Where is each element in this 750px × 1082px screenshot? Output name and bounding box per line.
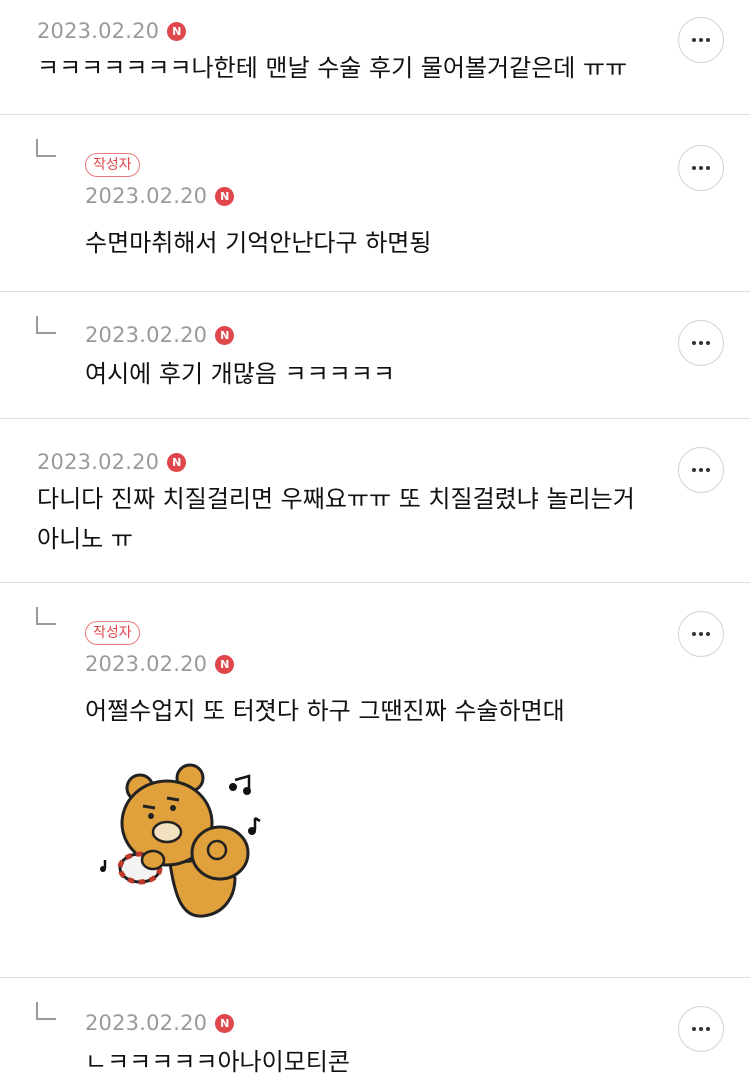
comment-date: 2023.02.20 [37,450,160,474]
comment-text: 어쩔수업지 또 터졋다 하구 그땐진짜 수술하면대 [85,697,565,725]
comment-item: 2023.02.20 N 다니다 진짜 치질걸리면 우째요ㅠㅠ 또 치질걸렸냐 … [0,419,750,583]
comment-date: 2023.02.20 [85,652,208,676]
comment-meta: 2023.02.20 N [85,651,660,677]
more-dots-icon [692,632,710,636]
comment-meta: 2023.02.20 N [85,1010,660,1036]
more-options-button[interactable] [678,145,724,191]
comment-text: ㅋㅋㅋㅋㅋㅋㅋ나한테 맨날 수술 후기 물어볼거같은데 ㅠㅠ [37,54,628,82]
more-options-button[interactable] [678,611,724,657]
comment-item: 작성자 2023.02.20 N 어쩔수업지 또 터졋다 하구 그땐진짜 수술하… [0,583,750,978]
reply-arrow-icon [36,316,56,334]
more-dots-icon [692,341,710,345]
new-badge-icon: N [167,452,187,472]
more-dots-icon [692,38,710,42]
reply-arrow-icon [36,1002,56,1020]
comment-text: 여시에 후기 개많음 ㅋㅋㅋㅋㅋ [85,360,395,388]
author-badge: 작성자 [85,621,140,645]
new-badge-icon: N [215,186,235,206]
comment-date: 2023.02.20 [85,184,208,208]
comment-date: 2023.02.20 [85,323,208,347]
new-badge-icon: N [215,654,235,674]
comment-date: 2023.02.20 [37,19,160,43]
comment-item: 작성자 2023.02.20 N 수면마취해서 기억안난다구 하면됭 [0,115,750,292]
new-badge-icon: N [167,21,187,41]
new-badge-icon: N [215,325,235,345]
author-badge: 작성자 [85,153,140,177]
ryan-tambourine-sticker [100,763,261,918]
comment-meta: 2023.02.20 N [85,183,660,209]
comment-item: 2023.02.20 N ㅋㅋㅋㅋㅋㅋㅋ나한테 맨날 수술 후기 물어볼거같은데… [0,0,750,115]
more-options-button[interactable] [678,1006,724,1052]
comment-meta: 2023.02.20 N [37,18,660,44]
comment-date: 2023.02.20 [85,1011,208,1035]
reply-arrow-icon [36,607,56,625]
more-options-button[interactable] [678,447,724,493]
reply-arrow-icon [36,139,56,157]
comment-text: ㄴㅋㅋㅋㅋㅋ아나이모티콘 [85,1048,350,1076]
comment-text: 다니다 진짜 치질걸리면 우째요ㅠㅠ 또 치질걸렸냐 놀리는거 아니노 ㅠ [37,485,635,553]
more-options-button[interactable] [678,320,724,366]
comment-meta: 2023.02.20 N [37,449,660,475]
comment-text: 수면마취해서 기억안난다구 하면됭 [85,229,432,257]
more-dots-icon [692,166,710,170]
comment-item: 2023.02.20 N ㄴㅋㅋㅋㅋㅋ아나이모티콘 [0,978,750,1082]
more-options-button[interactable] [678,17,724,63]
comment-item: 2023.02.20 N 여시에 후기 개많음 ㅋㅋㅋㅋㅋ [0,292,750,419]
more-dots-icon [692,1027,710,1031]
new-badge-icon: N [215,1013,235,1033]
more-dots-icon [692,468,710,472]
comment-meta: 2023.02.20 N [85,322,660,348]
